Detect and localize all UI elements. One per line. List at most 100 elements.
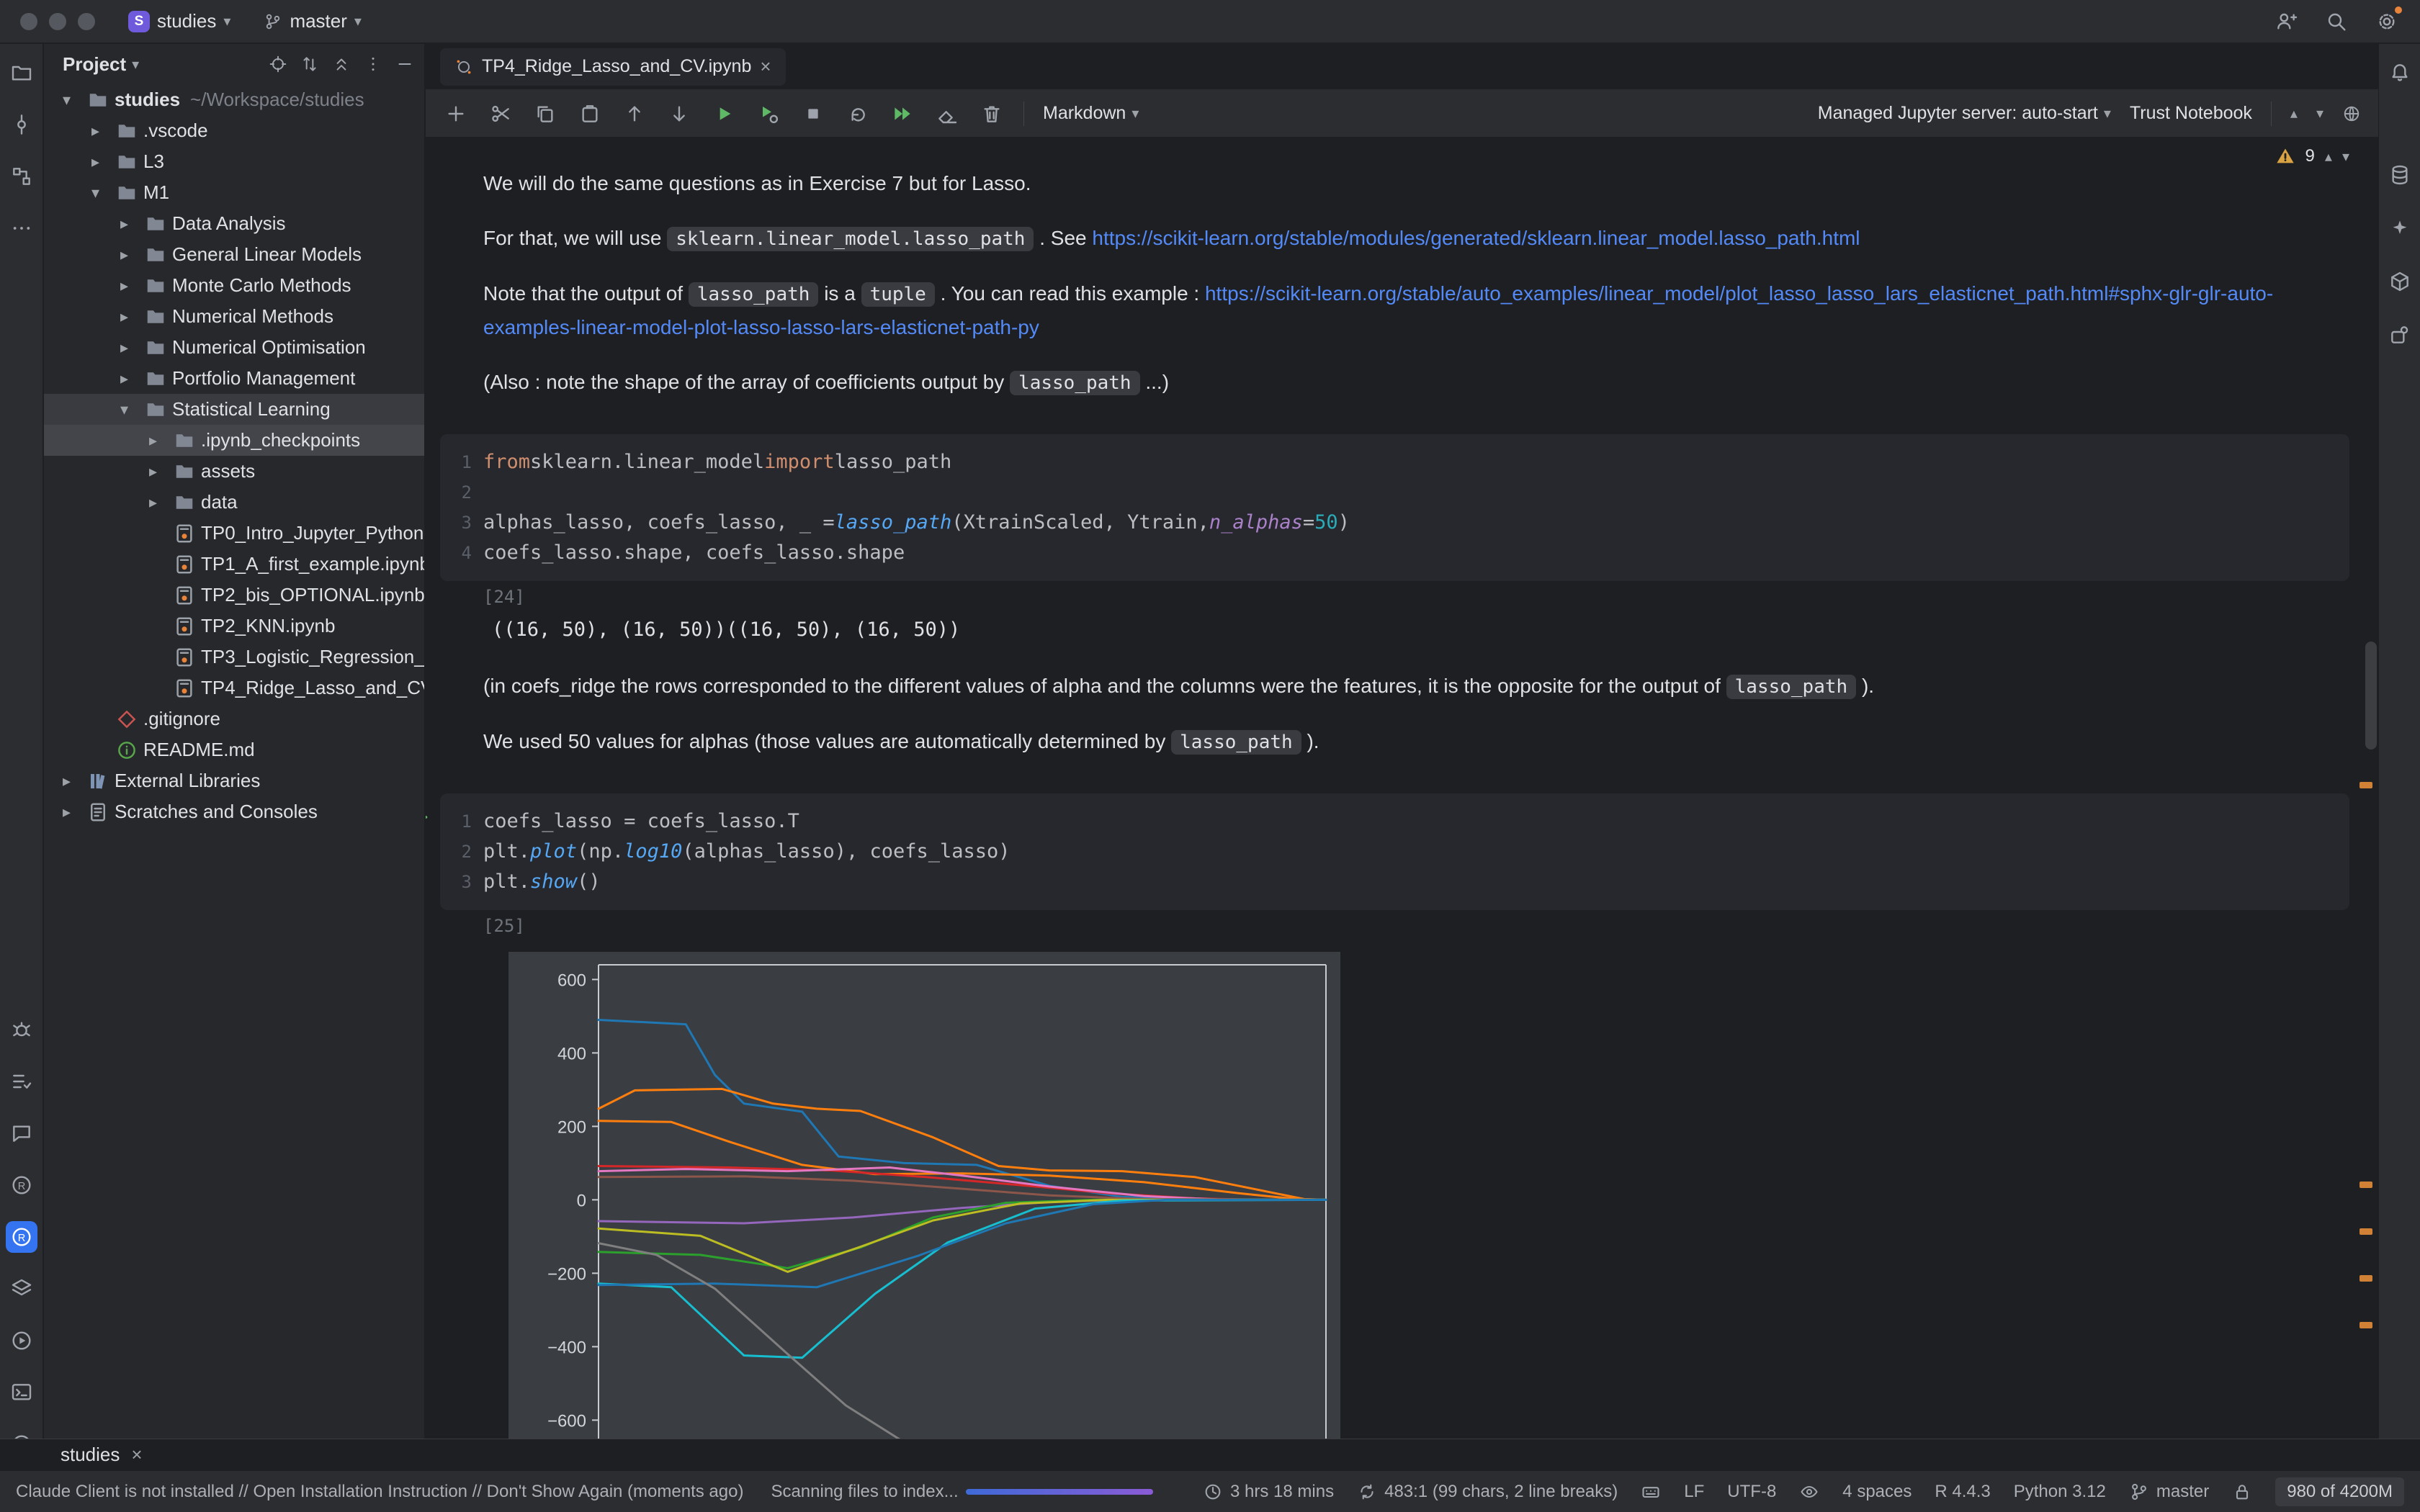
tree-item--vscode[interactable]: ▸.vscode [44, 115, 424, 146]
tree-item-tp1-a-first-example-ipynb[interactable]: TP1_A_first_example.ipynb [44, 549, 424, 580]
tree-chevron-icon[interactable]: ▸ [120, 246, 145, 264]
clear-outputs-button[interactable] [934, 101, 960, 127]
tree-chevron-icon[interactable]: ▸ [63, 803, 87, 822]
tree-item-tp0-intro-jupyter-python-ip-[interactable]: TP0_Intro_Jupyter_Python.ip... [44, 518, 424, 549]
code-line[interactable]: 1from sklearn.linear_model import lasso_… [440, 447, 2349, 477]
options-kebab-icon[interactable] [364, 55, 382, 73]
collapse-all-icon[interactable] [332, 55, 351, 73]
tab-notebook[interactable]: TP4_Ridge_Lasso_and_CV.ipynb × [440, 48, 786, 86]
time-tracker[interactable]: 3 hrs 18 mins [1203, 1482, 1334, 1502]
tree-chevron-icon[interactable]: ▸ [91, 122, 116, 140]
change-marker[interactable] [2360, 1182, 2372, 1188]
tree-chevron-icon[interactable]: ▸ [120, 215, 145, 233]
tree-chevron-icon[interactable]: ▸ [149, 462, 174, 481]
move-cell-down-button[interactable] [666, 101, 692, 127]
todo-tool-button[interactable] [6, 1066, 37, 1097]
tree-chevron-icon[interactable]: ▸ [149, 493, 174, 512]
change-marker[interactable] [2360, 1322, 2372, 1328]
tree-item-studies[interactable]: ▾studies~/Workspace/studies [44, 84, 424, 115]
tree-item-statistical-learning[interactable]: ▾Statistical Learning [44, 394, 424, 425]
r-interpreter-widget[interactable]: R 4.4.3 [1935, 1482, 1990, 1502]
tree-chevron-icon[interactable]: ▸ [120, 338, 145, 357]
tree-item-scratches-and-consoles[interactable]: ▸Scratches and Consoles [44, 796, 424, 827]
next-cell-button[interactable]: ▾ [2316, 104, 2323, 122]
search-everywhere-button[interactable] [2323, 9, 2349, 35]
tab-close-icon[interactable]: × [760, 55, 771, 78]
encoding-widget[interactable]: UTF-8 [1727, 1482, 1776, 1502]
memory-indicator[interactable]: 980 of 4200M [2275, 1477, 2404, 1506]
structure-tool-button[interactable] [6, 161, 37, 192]
globe-icon[interactable] [2342, 104, 2361, 123]
settings-button[interactable] [2374, 9, 2400, 35]
tree-item-monte-carlo-methods[interactable]: ▸Monte Carlo Methods [44, 270, 424, 301]
code-cell-2[interactable]: 1coefs_lasso = coefs_lasso.T2plt.plot(np… [440, 793, 2349, 910]
tree-item-tp4-ridge-lasso-and-cv-i-[interactable]: TP4_Ridge_Lasso_and_CV.i... [44, 672, 424, 703]
window-close-button[interactable] [20, 13, 37, 30]
jupyter-server-dropdown[interactable]: Managed Jupyter server: auto-start ▾ [1818, 103, 2111, 124]
git-branch-widget[interactable]: master [2129, 1482, 2209, 1502]
cell-type-dropdown[interactable]: Markdown ▾ [1043, 103, 1139, 124]
code-line[interactable]: 2plt.plot(np.log10(alphas_lasso), coefs_… [440, 837, 2349, 867]
code-line[interactable]: 3plt.show() [440, 867, 2349, 897]
locate-file-icon[interactable] [269, 55, 287, 73]
project-tool-button[interactable] [6, 57, 37, 89]
tree-item-numerical-optimisation[interactable]: ▸Numerical Optimisation [44, 332, 424, 363]
ai-assistant-tool-button[interactable] [2384, 212, 2416, 244]
plugins-tool-button[interactable] [2384, 319, 2416, 351]
tree-chevron-icon[interactable]: ▸ [149, 431, 174, 450]
tree-item-portfolio-management[interactable]: ▸Portfolio Management [44, 363, 424, 394]
trust-notebook-button[interactable]: Trust Notebook [2130, 103, 2252, 124]
tree-item-tp3-logistic-regression-an-[interactable]: TP3_Logistic_Regression_an... [44, 642, 424, 672]
code-line[interactable]: 3alphas_lasso, coefs_lasso, _ = lasso_pa… [440, 508, 2349, 538]
tree-item-external-libraries[interactable]: ▸External Libraries [44, 765, 424, 796]
previous-cell-button[interactable]: ▴ [2290, 104, 2298, 122]
tree-chevron-icon[interactable]: ▾ [120, 400, 145, 419]
restart-kernel-button[interactable] [845, 101, 871, 127]
notifications-tool-button[interactable] [2384, 55, 2416, 87]
vcs-branch-widget[interactable]: master ▾ [264, 10, 362, 32]
tree-chevron-icon[interactable]: ▸ [120, 276, 145, 295]
chevron-down-icon[interactable]: ▾ [132, 55, 139, 73]
tree-chevron-icon[interactable]: ▾ [91, 184, 116, 202]
bug-tool-button[interactable] [6, 1014, 37, 1045]
tree-chevron-icon[interactable]: ▸ [91, 153, 116, 171]
code-with-me-button[interactable] [2273, 9, 2299, 35]
dependencies-tool-button[interactable] [2384, 266, 2416, 297]
tree-item-data[interactable]: ▸data [44, 487, 424, 518]
editor-scrollbar[interactable] [2365, 642, 2377, 750]
tree-item-m1[interactable]: ▾M1 [44, 177, 424, 208]
expand-icon[interactable] [300, 55, 319, 73]
python-interpreter-widget[interactable]: Python 3.12 [2014, 1482, 2106, 1502]
commit-tool-button[interactable] [6, 109, 37, 140]
change-marker[interactable] [2360, 782, 2372, 788]
code-line[interactable]: 1coefs_lasso = coefs_lasso.T [440, 806, 2349, 837]
move-cell-up-button[interactable] [622, 101, 647, 127]
window-zoom-button[interactable] [78, 13, 95, 30]
tree-chevron-icon[interactable]: ▸ [120, 307, 145, 326]
tree-item-l3[interactable]: ▸L3 [44, 146, 424, 177]
more-tools-button[interactable] [6, 212, 37, 244]
cut-cell-button[interactable] [488, 101, 514, 127]
hyperlink[interactable]: https://scikit-learn.org/stable/modules/… [1092, 227, 1860, 249]
caret-position[interactable]: 483:1 (99 chars, 2 line breaks) [1357, 1482, 1618, 1502]
database-tool-button[interactable] [2384, 159, 2416, 191]
tree-chevron-icon[interactable]: ▾ [63, 91, 87, 109]
r-assistant-tool-button[interactable]: R [6, 1221, 37, 1253]
line-separator-widget[interactable]: LF [1684, 1482, 1704, 1502]
run-cell-gutter-button[interactable] [426, 805, 431, 833]
change-marker[interactable] [2360, 1275, 2372, 1282]
terminal-tool-button[interactable] [6, 1377, 37, 1408]
run-all-button[interactable] [889, 101, 915, 127]
status-message[interactable]: Claude Client is not installed // Open I… [16, 1482, 743, 1502]
change-marker[interactable] [2360, 1228, 2372, 1235]
code-line[interactable]: 4coefs_lasso.shape, coefs_lasso.shape [440, 538, 2349, 568]
copy-cell-button[interactable] [532, 101, 558, 127]
run-with-options-button[interactable] [756, 101, 781, 127]
tree-item-tp2-bis-optional-ipynb[interactable]: TP2_bis_OPTIONAL.ipynb [44, 580, 424, 611]
bottom-tab-close-icon[interactable]: × [131, 1444, 142, 1466]
tree-item-tp2-knn-ipynb[interactable]: TP2_KNN.ipynb [44, 611, 424, 642]
tree-item-numerical-methods[interactable]: ▸Numerical Methods [44, 301, 424, 332]
interrupt-kernel-button[interactable] [800, 101, 826, 127]
tree-item-readme-md[interactable]: README.md [44, 734, 424, 765]
hide-panel-icon[interactable] [395, 55, 414, 73]
